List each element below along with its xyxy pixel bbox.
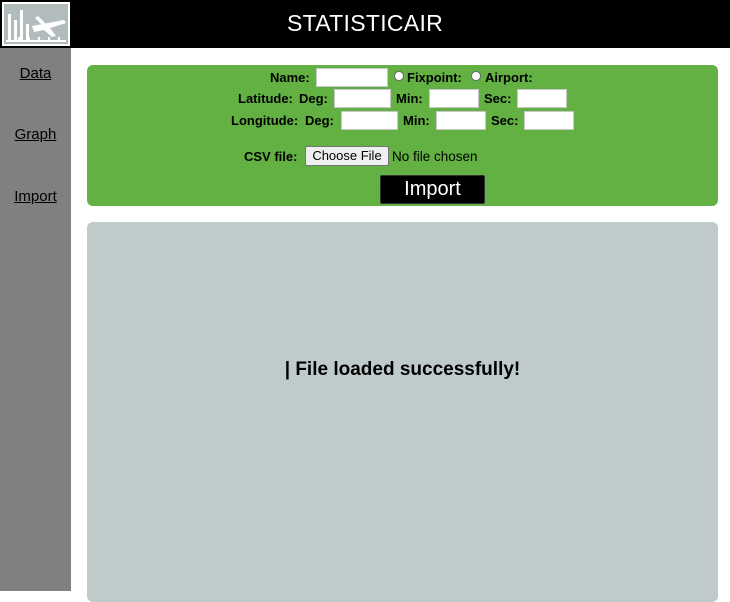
latitude-deg-input[interactable] — [334, 89, 391, 108]
latitude-label: Latitude: — [238, 91, 293, 106]
fixpoint-radio[interactable] — [394, 71, 404, 81]
latitude-deg-label: Deg: — [299, 91, 328, 106]
longitude-sec-label: Sec: — [491, 113, 519, 128]
app-header: STATISTICAIR — [0, 0, 730, 48]
longitude-min-input[interactable] — [436, 111, 486, 130]
choose-file-button[interactable]: Choose File — [305, 146, 389, 166]
longitude-label: Longitude: — [231, 113, 299, 128]
latitude-sec-input[interactable] — [517, 89, 567, 108]
sidebar-item-data[interactable]: Data — [0, 65, 71, 82]
import-form-panel: Name: Fixpoint: Airport: Latitude: Deg: … — [87, 65, 718, 206]
sidebar-item-import[interactable]: Import — [0, 188, 71, 205]
app-title: STATISTICAIR — [286, 10, 444, 36]
airport-radio[interactable] — [471, 71, 481, 81]
fixpoint-label: Fixpoint: — [407, 70, 462, 85]
status-message: | File loaded successfully! — [284, 359, 521, 380]
name-label: Name: — [270, 70, 310, 85]
sidebar: Data Graph Import — [0, 48, 71, 591]
longitude-sec-input[interactable] — [524, 111, 574, 130]
result-panel: | File loaded successfully! — [87, 222, 718, 602]
longitude-deg-label: Deg: — [305, 113, 334, 128]
sidebar-item-graph[interactable]: Graph — [0, 126, 71, 143]
csv-file-label: CSV file: — [244, 149, 298, 164]
import-button[interactable]: Import — [380, 175, 485, 204]
longitude-min-label: Min: — [403, 113, 430, 128]
latitude-min-label: Min: — [396, 91, 423, 106]
file-status-text: No file chosen — [392, 149, 478, 164]
longitude-deg-input[interactable] — [341, 111, 398, 130]
airport-label: Airport: — [485, 70, 533, 85]
name-input[interactable] — [316, 68, 388, 87]
latitude-min-input[interactable] — [429, 89, 479, 108]
latitude-sec-label: Sec: — [484, 91, 512, 106]
